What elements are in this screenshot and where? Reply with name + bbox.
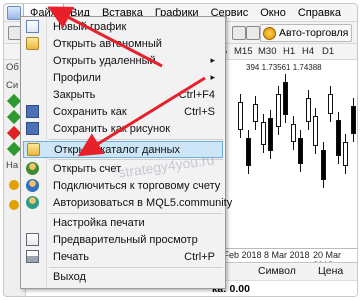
annotation-arrows	[47, 6, 206, 157]
arrow-to-data-folder	[77, 76, 206, 157]
arrow-to-file-menu	[47, 6, 163, 68]
